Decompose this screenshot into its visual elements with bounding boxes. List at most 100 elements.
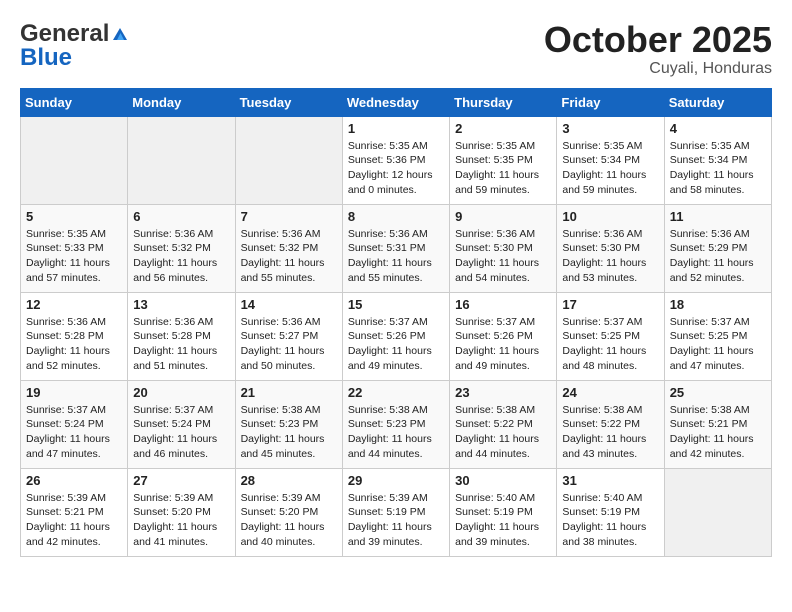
week-row-3: 12 Sunrise: 5:36 AM Sunset: 5:28 PM Dayli… [21, 292, 772, 380]
day-cell: 24 Sunrise: 5:38 AM Sunset: 5:22 PM Dayli… [557, 380, 664, 468]
day-cell: 3 Sunrise: 5:35 AM Sunset: 5:34 PM Daylig… [557, 116, 664, 204]
week-row-2: 5 Sunrise: 5:35 AM Sunset: 5:33 PM Daylig… [21, 204, 772, 292]
day-cell: 8Sunrise: 5:36 AM Sunset: 5:31 PM Daylig… [342, 204, 449, 292]
day-number: 29 [348, 473, 444, 488]
day-number: 5 [26, 209, 122, 224]
day-number: 15 [348, 297, 444, 312]
day-number: 13 [133, 297, 229, 312]
col-header-monday: Monday [128, 88, 235, 116]
day-number: 25 [670, 385, 766, 400]
day-cell: 25 Sunrise: 5:38 AM Sunset: 5:21 PM Dayli… [664, 380, 771, 468]
day-info: Sunrise: 5:36 AM Sunset: 5:30 PM Dayligh… [562, 227, 658, 286]
calendar-table: SundayMondayTuesdayWednesdayThursdayFrid… [20, 88, 772, 557]
day-info: Sunrise: 5:35 AM Sunset: 5:33 PM Dayligh… [26, 227, 122, 286]
logo-icon [111, 26, 129, 44]
day-info: Sunrise: 5:37 AM Sunset: 5:26 PM Dayligh… [455, 315, 551, 374]
day-info: Sunrise: 5:36 AM Sunset: 5:29 PM Dayligh… [670, 227, 766, 286]
day-info: Sunrise: 5:38 AM Sunset: 5:23 PM Dayligh… [348, 403, 444, 462]
day-cell: 15 Sunrise: 5:37 AM Sunset: 5:26 PM Dayli… [342, 292, 449, 380]
day-number: 11 [670, 209, 766, 224]
col-header-saturday: Saturday [664, 88, 771, 116]
day-cell: 4Sunrise: 5:35 AM Sunset: 5:34 PM Daylig… [664, 116, 771, 204]
day-number: 2 [455, 121, 551, 136]
day-number: 31 [562, 473, 658, 488]
day-cell: 7Sunrise: 5:36 AM Sunset: 5:32 PM Daylig… [235, 204, 342, 292]
day-info: Sunrise: 5:36 AM Sunset: 5:32 PM Dayligh… [133, 227, 229, 286]
day-info: Sunrise: 5:36 AM Sunset: 5:28 PM Dayligh… [133, 315, 229, 374]
day-cell: 20Sunrise: 5:37 AM Sunset: 5:24 PM Dayli… [128, 380, 235, 468]
day-cell [128, 116, 235, 204]
col-header-tuesday: Tuesday [235, 88, 342, 116]
day-cell: 5 Sunrise: 5:35 AM Sunset: 5:33 PM Daylig… [21, 204, 128, 292]
day-cell: 17 Sunrise: 5:37 AM Sunset: 5:25 PM Dayli… [557, 292, 664, 380]
week-row-4: 19 Sunrise: 5:37 AM Sunset: 5:24 PM Dayli… [21, 380, 772, 468]
day-number: 21 [241, 385, 337, 400]
header-row: SundayMondayTuesdayWednesdayThursdayFrid… [21, 88, 772, 116]
day-number: 1 [348, 121, 444, 136]
week-row-1: 1 Sunrise: 5:35 AM Sunset: 5:36 PM Daylig… [21, 116, 772, 204]
day-cell [664, 468, 771, 556]
header: General Blue October 2025 Cuyali, Hondur… [20, 20, 772, 78]
logo: General Blue [20, 20, 129, 72]
day-number: 18 [670, 297, 766, 312]
day-number: 30 [455, 473, 551, 488]
week-row-5: 26Sunrise: 5:39 AM Sunset: 5:21 PM Dayli… [21, 468, 772, 556]
day-number: 23 [455, 385, 551, 400]
day-info: Sunrise: 5:35 AM Sunset: 5:35 PM Dayligh… [455, 139, 551, 198]
day-number: 4 [670, 121, 766, 136]
day-info: Sunrise: 5:40 AM Sunset: 5:19 PM Dayligh… [455, 491, 551, 550]
day-info: Sunrise: 5:39 AM Sunset: 5:20 PM Dayligh… [133, 491, 229, 550]
day-number: 12 [26, 297, 122, 312]
day-cell: 6 Sunrise: 5:36 AM Sunset: 5:32 PM Daylig… [128, 204, 235, 292]
day-info: Sunrise: 5:35 AM Sunset: 5:34 PM Dayligh… [562, 139, 658, 198]
day-number: 6 [133, 209, 229, 224]
col-header-sunday: Sunday [21, 88, 128, 116]
logo-blue: Blue [20, 44, 72, 72]
day-info: Sunrise: 5:37 AM Sunset: 5:25 PM Dayligh… [670, 315, 766, 374]
day-number: 26 [26, 473, 122, 488]
day-cell: 28 Sunrise: 5:39 AM Sunset: 5:20 PM Dayli… [235, 468, 342, 556]
day-cell: 9Sunrise: 5:36 AM Sunset: 5:30 PM Daylig… [450, 204, 557, 292]
day-info: Sunrise: 5:36 AM Sunset: 5:28 PM Dayligh… [26, 315, 122, 374]
day-cell: 13 Sunrise: 5:36 AM Sunset: 5:28 PM Dayli… [128, 292, 235, 380]
day-cell: 29Sunrise: 5:39 AM Sunset: 5:19 PM Dayli… [342, 468, 449, 556]
col-header-wednesday: Wednesday [342, 88, 449, 116]
day-info: Sunrise: 5:37 AM Sunset: 5:25 PM Dayligh… [562, 315, 658, 374]
day-info: Sunrise: 5:37 AM Sunset: 5:24 PM Dayligh… [26, 403, 122, 462]
day-number: 9 [455, 209, 551, 224]
day-number: 27 [133, 473, 229, 488]
day-cell: 23 Sunrise: 5:38 AM Sunset: 5:22 PM Dayli… [450, 380, 557, 468]
day-cell: 18 Sunrise: 5:37 AM Sunset: 5:25 PM Dayli… [664, 292, 771, 380]
day-number: 17 [562, 297, 658, 312]
day-cell: 11 Sunrise: 5:36 AM Sunset: 5:29 PM Dayli… [664, 204, 771, 292]
day-cell: 10 Sunrise: 5:36 AM Sunset: 5:30 PM Dayli… [557, 204, 664, 292]
day-cell: 26Sunrise: 5:39 AM Sunset: 5:21 PM Dayli… [21, 468, 128, 556]
day-info: Sunrise: 5:38 AM Sunset: 5:21 PM Dayligh… [670, 403, 766, 462]
day-number: 14 [241, 297, 337, 312]
day-cell [21, 116, 128, 204]
day-cell: 16 Sunrise: 5:37 AM Sunset: 5:26 PM Dayli… [450, 292, 557, 380]
day-info: Sunrise: 5:38 AM Sunset: 5:22 PM Dayligh… [562, 403, 658, 462]
col-header-thursday: Thursday [450, 88, 557, 116]
day-number: 3 [562, 121, 658, 136]
month-title: October 2025 [544, 20, 772, 60]
day-cell: 30 Sunrise: 5:40 AM Sunset: 5:19 PM Dayli… [450, 468, 557, 556]
day-number: 28 [241, 473, 337, 488]
day-info: Sunrise: 5:36 AM Sunset: 5:31 PM Dayligh… [348, 227, 444, 286]
day-number: 22 [348, 385, 444, 400]
day-number: 24 [562, 385, 658, 400]
day-info: Sunrise: 5:39 AM Sunset: 5:20 PM Dayligh… [241, 491, 337, 550]
day-number: 19 [26, 385, 122, 400]
day-cell: 2 Sunrise: 5:35 AM Sunset: 5:35 PM Daylig… [450, 116, 557, 204]
day-info: Sunrise: 5:35 AM Sunset: 5:36 PM Dayligh… [348, 139, 444, 198]
day-number: 7 [241, 209, 337, 224]
day-cell: 21Sunrise: 5:38 AM Sunset: 5:23 PM Dayli… [235, 380, 342, 468]
day-info: Sunrise: 5:37 AM Sunset: 5:26 PM Dayligh… [348, 315, 444, 374]
day-number: 16 [455, 297, 551, 312]
day-cell: 27 Sunrise: 5:39 AM Sunset: 5:20 PM Dayli… [128, 468, 235, 556]
day-number: 10 [562, 209, 658, 224]
day-info: Sunrise: 5:37 AM Sunset: 5:24 PM Dayligh… [133, 403, 229, 462]
day-info: Sunrise: 5:38 AM Sunset: 5:22 PM Dayligh… [455, 403, 551, 462]
col-header-friday: Friday [557, 88, 664, 116]
day-info: Sunrise: 5:40 AM Sunset: 5:19 PM Dayligh… [562, 491, 658, 550]
